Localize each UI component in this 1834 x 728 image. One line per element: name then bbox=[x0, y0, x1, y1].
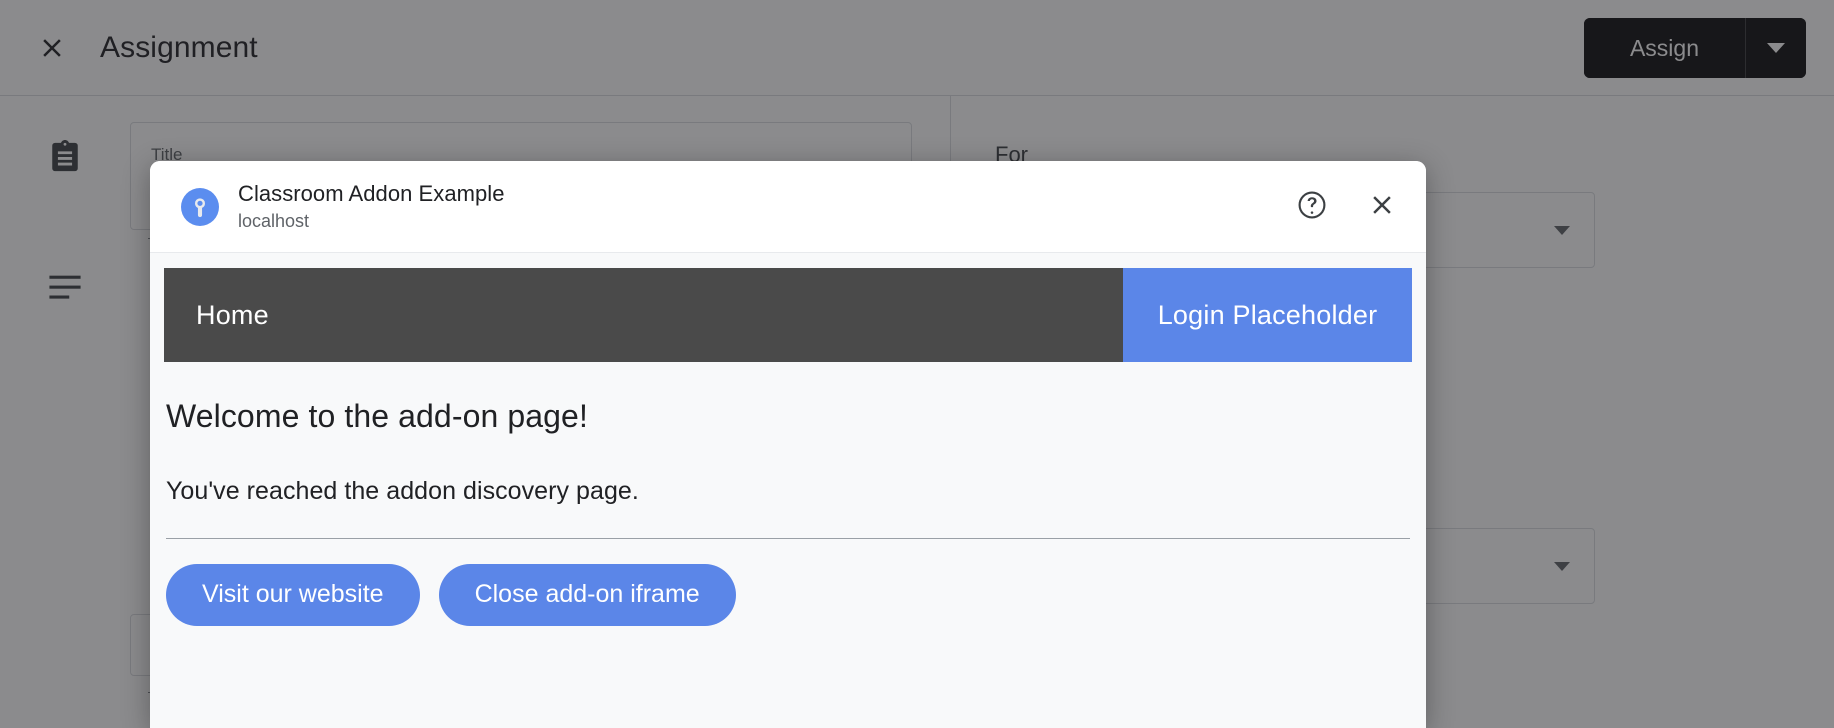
app-root: Assignment Assign bbox=[0, 0, 1834, 728]
visit-website-button[interactable]: Visit our website bbox=[166, 564, 420, 626]
addon-heading: Welcome to the add-on page! bbox=[166, 398, 588, 434]
nav-login-placeholder[interactable]: Login Placeholder bbox=[1123, 268, 1412, 362]
addon-dialog-actions bbox=[1290, 161, 1404, 253]
close-addon-iframe-button[interactable]: Close add-on iframe bbox=[438, 564, 736, 626]
close-dialog-button[interactable] bbox=[1360, 185, 1404, 229]
addon-content: Welcome to the add-on page! You've reach… bbox=[164, 398, 1412, 626]
nav-login-label: Login Placeholder bbox=[1157, 299, 1378, 330]
navbar-left: Home bbox=[164, 268, 1123, 362]
addon-paragraph: You've reached the addon discovery page. bbox=[166, 477, 639, 505]
content-divider bbox=[166, 538, 1410, 539]
close-icon bbox=[1367, 190, 1397, 225]
addon-app-icon bbox=[181, 187, 219, 226]
nav-home-link[interactable]: Home bbox=[196, 300, 269, 331]
addon-dialog: Classroom Addon Example localhost Home L… bbox=[150, 161, 1426, 728]
addon-dialog-subtitle: localhost bbox=[238, 211, 310, 232]
addon-button-row: Visit our website Close add-on iframe bbox=[166, 564, 1410, 626]
addon-dialog-titles: Classroom Addon Example localhost bbox=[238, 181, 505, 232]
addon-iframe: Home Login Placeholder Welcome to the ad… bbox=[150, 253, 1426, 728]
help-button[interactable] bbox=[1290, 185, 1334, 229]
addon-dialog-title: Classroom Addon Example bbox=[238, 181, 505, 207]
addon-navbar: Home Login Placeholder bbox=[164, 268, 1412, 362]
help-circle-icon bbox=[1296, 189, 1328, 226]
addon-dialog-header: Classroom Addon Example localhost bbox=[150, 161, 1426, 253]
